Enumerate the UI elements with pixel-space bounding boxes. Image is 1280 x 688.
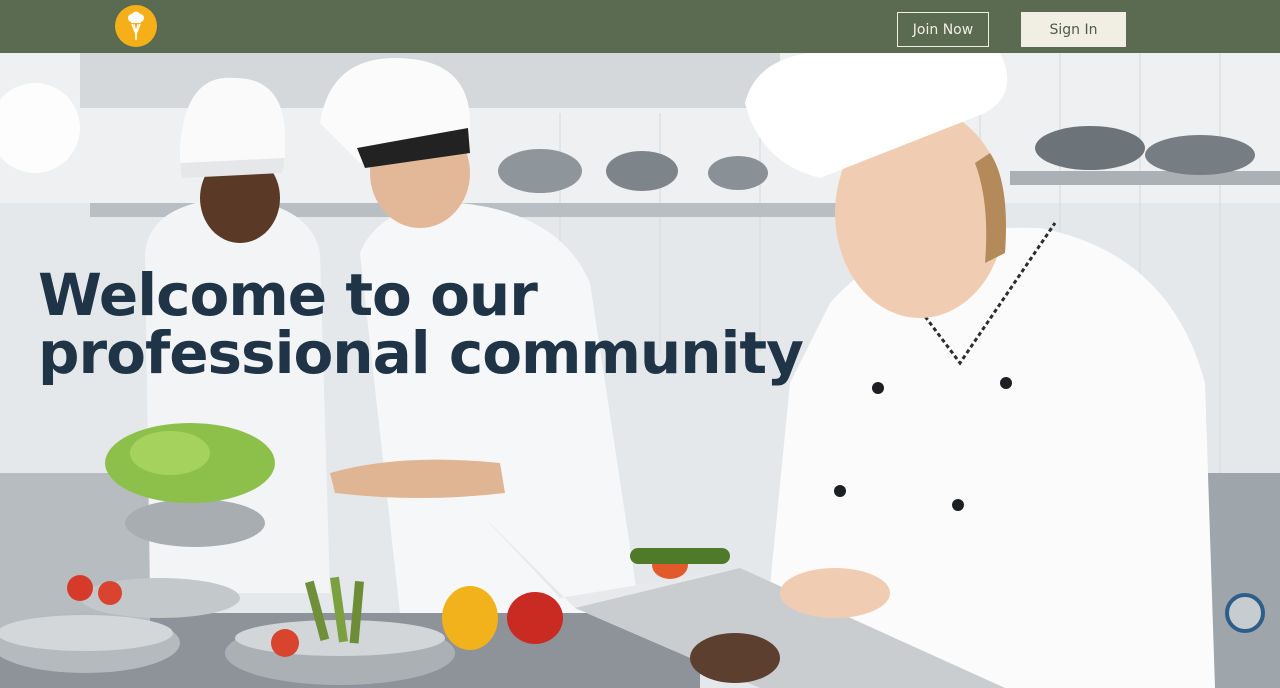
top-navbar: Join Now Sign In	[0, 0, 1280, 53]
join-now-button[interactable]: Join Now	[897, 12, 989, 47]
hero-headline-line2: professional community	[38, 319, 804, 387]
sign-in-button[interactable]: Sign In	[1021, 12, 1126, 47]
hero-headline-line1: Welcome to our	[38, 261, 538, 329]
chef-whisk-logo-icon[interactable]	[115, 5, 157, 47]
hero-section: Welcome to our professional community	[0, 53, 1280, 688]
hero-headline: Welcome to our professional community	[38, 266, 838, 382]
